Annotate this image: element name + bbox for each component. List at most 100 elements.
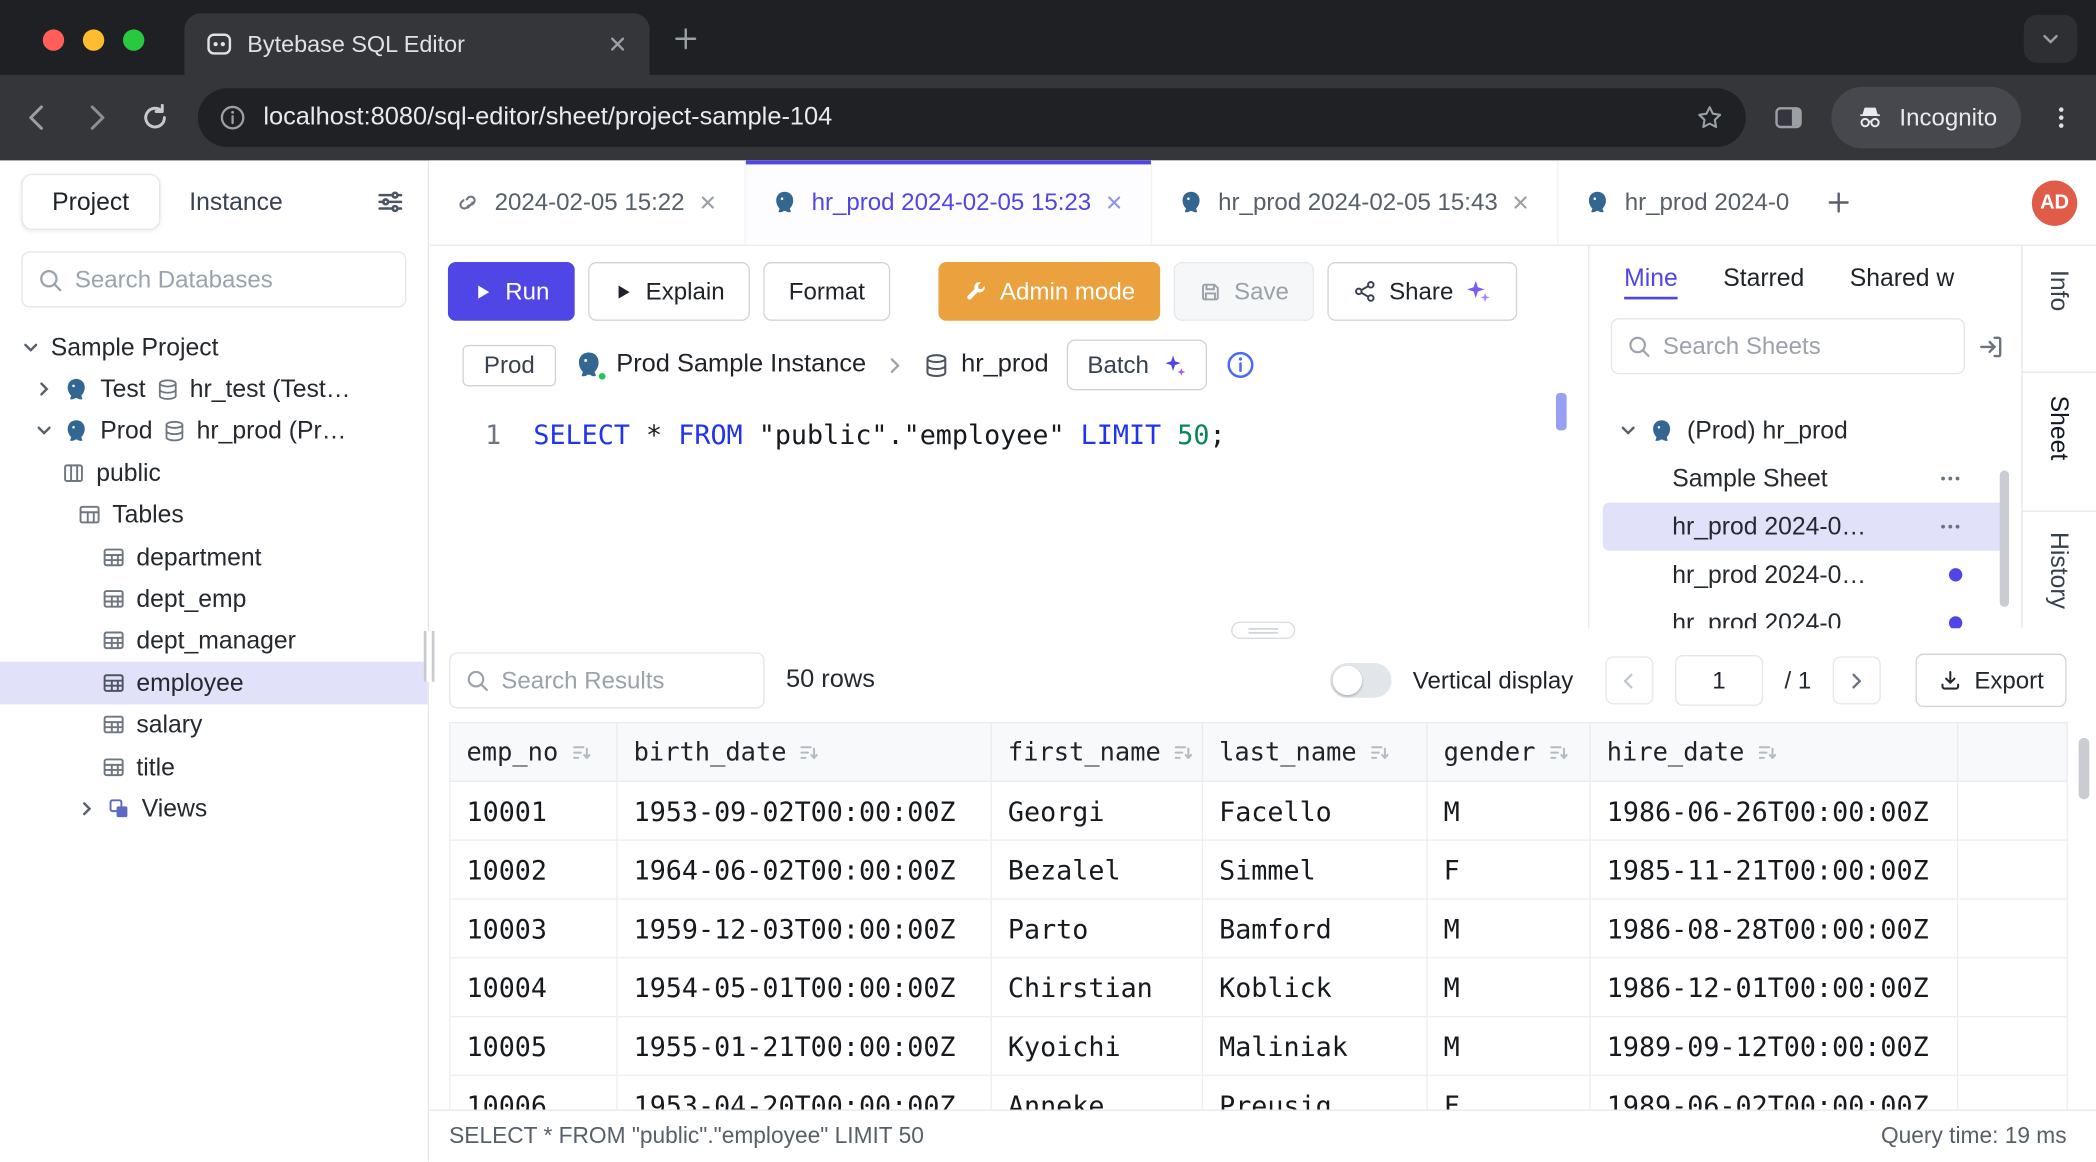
tree-filter-icon[interactable]: [374, 186, 406, 218]
unsaved-dot: [1949, 616, 1962, 628]
results-search[interactable]: [449, 652, 764, 708]
browser-tab[interactable]: Bytebase SQL Editor: [184, 13, 649, 74]
tree-node-tables-group[interactable]: Tables: [0, 494, 428, 536]
tree-node-table[interactable]: title: [0, 746, 428, 788]
tree-node-views-group[interactable]: Views: [0, 788, 428, 830]
reload-icon[interactable]: [139, 102, 171, 134]
prev-page-button[interactable]: [1605, 656, 1653, 704]
sheet-list-panel: Mine Starred Shared w: [1588, 246, 2021, 628]
browser-menu-icon[interactable]: [2048, 104, 2075, 131]
site-info-icon[interactable]: [219, 104, 246, 131]
window-minimize-button[interactable]: [83, 29, 104, 50]
column-header[interactable]: gender: [1427, 723, 1590, 782]
chevron-right-icon[interactable]: [78, 799, 97, 818]
instance-selector[interactable]: Prod Sample Instance: [575, 350, 866, 379]
sheet-search-input[interactable]: [1663, 332, 1949, 360]
database-search[interactable]: [21, 251, 406, 307]
sheet-item-selected[interactable]: hr_prod 2024-0…: [1603, 503, 2008, 551]
tab-history[interactable]: History: [2045, 532, 2074, 609]
database-icon: [156, 378, 179, 401]
admin-mode-button[interactable]: Admin mode: [939, 262, 1161, 321]
tab-info[interactable]: Info: [2045, 270, 2074, 311]
url-bar[interactable]: localhost:8080/sql-editor/sheet/project-…: [198, 88, 1746, 147]
splitter-handle[interactable]: [1230, 622, 1294, 639]
tree-node-table[interactable]: dept_emp: [0, 578, 428, 620]
close-icon[interactable]: [1511, 192, 1531, 212]
column-header[interactable]: hire_date: [1590, 723, 1958, 782]
horizontal-splitter[interactable]: [429, 628, 2096, 639]
new-sheet-button[interactable]: [1808, 160, 1869, 244]
forward-icon[interactable]: [80, 102, 112, 134]
incognito-badge: Incognito: [1831, 87, 2021, 148]
tab-sheet[interactable]: Sheet: [2045, 396, 2074, 461]
info-icon[interactable]: [1225, 350, 1254, 379]
panel-scrollbar-thumb[interactable]: [2000, 471, 2009, 607]
sql-editor[interactable]: 1 SELECT * FROM "public"."employee" LIMI…: [429, 404, 1588, 629]
tree-node-test-instance[interactable]: Test hr_test (Test…: [0, 368, 428, 410]
tree-node-schema-public[interactable]: public: [0, 452, 428, 494]
vertical-display-toggle[interactable]: [1330, 663, 1391, 698]
column-header[interactable]: birth_date: [617, 723, 991, 782]
page-number-input[interactable]: [1675, 655, 1763, 706]
table-scrollbar-thumb[interactable]: [2079, 738, 2090, 799]
bookmark-star-icon[interactable]: [1695, 103, 1724, 132]
results-search-input[interactable]: [501, 666, 748, 694]
sheet-item[interactable]: hr_prod 2024-0…: [1603, 551, 2008, 599]
table-icon: [102, 545, 126, 569]
tree-node-table[interactable]: dept_manager: [0, 620, 428, 662]
user-avatar[interactable]: AD: [2032, 180, 2077, 225]
editor-scrollbar-thumb[interactable]: [1556, 393, 1567, 430]
batch-button[interactable]: Batch: [1067, 340, 1206, 391]
database-selector[interactable]: hr_prod: [924, 350, 1049, 379]
tab-close-icon[interactable]: [607, 33, 628, 54]
column-header[interactable]: emp_no: [450, 723, 617, 782]
close-icon[interactable]: [1105, 192, 1125, 212]
sheet-group[interactable]: (Prod) hr_prod: [1589, 406, 2021, 454]
column-header[interactable]: first_name: [991, 723, 1202, 782]
chevron-down-icon[interactable]: [21, 338, 40, 357]
sheet-tab[interactable]: 2024-02-05 15:22: [429, 160, 746, 244]
more-actions-icon[interactable]: [1938, 515, 1962, 539]
run-button[interactable]: Run: [448, 262, 575, 321]
window-zoom-button[interactable]: [123, 29, 144, 50]
tree-node-prod-instance[interactable]: Prod hr_prod (Pr…: [0, 410, 428, 452]
search-icon: [1627, 334, 1651, 358]
tab-project[interactable]: Project: [21, 174, 159, 230]
close-icon[interactable]: [698, 192, 718, 212]
tree-node-table[interactable]: department: [0, 536, 428, 578]
sheet-tab[interactable]: hr_prod 2024-0: [1559, 160, 1808, 244]
sheet-tab[interactable]: hr_prod 2024-02-05 15:43: [1153, 160, 1560, 244]
chevron-down-icon[interactable]: [35, 422, 54, 441]
database-search-input[interactable]: [75, 265, 390, 293]
new-tab-button[interactable]: [666, 19, 706, 59]
next-page-button[interactable]: [1833, 656, 1881, 704]
tab-starred[interactable]: Starred: [1723, 263, 1804, 299]
tab-mine[interactable]: Mine: [1624, 263, 1678, 299]
save-button[interactable]: Save: [1174, 262, 1314, 321]
tab-shared[interactable]: Shared w: [1850, 263, 1954, 299]
sheet-item[interactable]: hr_prod 2024-0: [1603, 599, 2008, 628]
sidebar-resize-handle[interactable]: [424, 631, 435, 682]
window-close-button[interactable]: [43, 29, 64, 50]
tab-search-chevron-button[interactable]: [2024, 15, 2077, 63]
tree-node-table[interactable]: salary: [0, 704, 428, 746]
export-button[interactable]: Export: [1915, 654, 2066, 707]
chevron-down-icon[interactable]: [1619, 421, 1638, 440]
collapse-panel-icon[interactable]: [1977, 332, 2005, 360]
explain-button[interactable]: Explain: [588, 262, 750, 321]
chevron-right-icon[interactable]: [35, 380, 54, 399]
tab-instance[interactable]: Instance: [189, 187, 282, 216]
tree-node-table-employee-selected[interactable]: employee: [0, 662, 428, 704]
share-button[interactable]: Share: [1328, 262, 1518, 321]
more-actions-icon[interactable]: [1938, 467, 1962, 491]
column-header[interactable]: last_name: [1202, 723, 1427, 782]
sheet-search[interactable]: [1611, 318, 1965, 374]
format-button[interactable]: Format: [763, 262, 890, 321]
instance-status-dot: [596, 370, 608, 382]
tree-node-project[interactable]: Sample Project: [0, 326, 428, 368]
side-panel-icon[interactable]: [1772, 102, 1804, 134]
sheet-item[interactable]: Sample Sheet: [1603, 454, 2008, 502]
sparkle-icon: [1161, 352, 1186, 377]
sheet-tab-active[interactable]: hr_prod 2024-02-05 15:23: [746, 160, 1153, 244]
back-icon[interactable]: [21, 102, 53, 134]
